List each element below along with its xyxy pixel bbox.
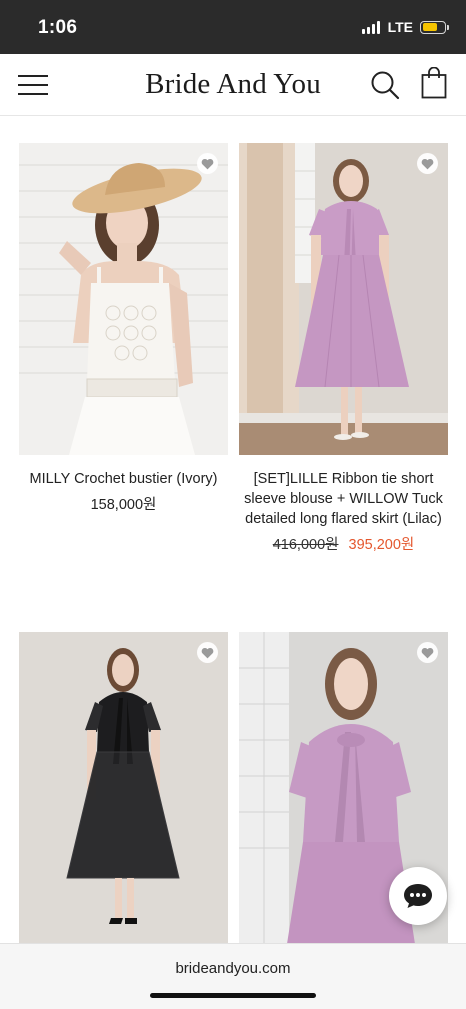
status-bar: 1:06 LTE — [0, 0, 466, 54]
heart-icon[interactable] — [197, 153, 218, 174]
app-header: Bride And You — [0, 54, 466, 116]
url-label[interactable]: brideandyou.com — [0, 960, 466, 977]
product-photo — [19, 143, 228, 455]
hamburger-menu-icon[interactable] — [18, 73, 48, 97]
product-image[interactable] — [19, 632, 228, 944]
sale-price: 395,200원 — [348, 537, 415, 553]
shopping-bag-icon[interactable] — [421, 67, 447, 99]
browser-bottom-bar: brideandyou.com — [0, 943, 466, 1009]
price-row: 416,000원 395,200원 — [239, 535, 448, 555]
signal-icon — [361, 20, 380, 34]
product-image[interactable] — [239, 143, 448, 455]
home-indicator[interactable] — [150, 993, 316, 998]
chat-bubble-icon — [404, 884, 432, 908]
network-label: LTE — [387, 19, 413, 35]
original-price: 416,000원 — [272, 537, 339, 553]
product-price: 158,000원 — [90, 497, 157, 513]
price-row: 158,000원 — [19, 495, 228, 515]
heart-icon[interactable] — [197, 642, 218, 663]
product-photo — [239, 143, 448, 455]
status-time: 1:06 — [38, 17, 78, 38]
status-indicators: LTE — [361, 19, 449, 35]
heart-icon[interactable] — [417, 153, 438, 174]
product-card[interactable] — [19, 632, 228, 944]
heart-icon[interactable] — [417, 642, 438, 663]
product-card[interactable]: MILLY Crochet bustier (Ivory) 158,000원 — [19, 143, 228, 515]
product-image[interactable] — [19, 143, 228, 455]
search-icon[interactable] — [370, 70, 400, 100]
chat-button[interactable] — [389, 867, 447, 925]
product-photo — [19, 632, 228, 944]
product-name[interactable]: [SET]LILLE Ribbon tie short sleeve blous… — [239, 469, 448, 529]
product-name[interactable]: MILLY Crochet bustier (Ivory) — [19, 469, 228, 489]
battery-icon — [420, 20, 449, 34]
product-card[interactable]: [SET]LILLE Ribbon tie short sleeve blous… — [239, 143, 448, 555]
